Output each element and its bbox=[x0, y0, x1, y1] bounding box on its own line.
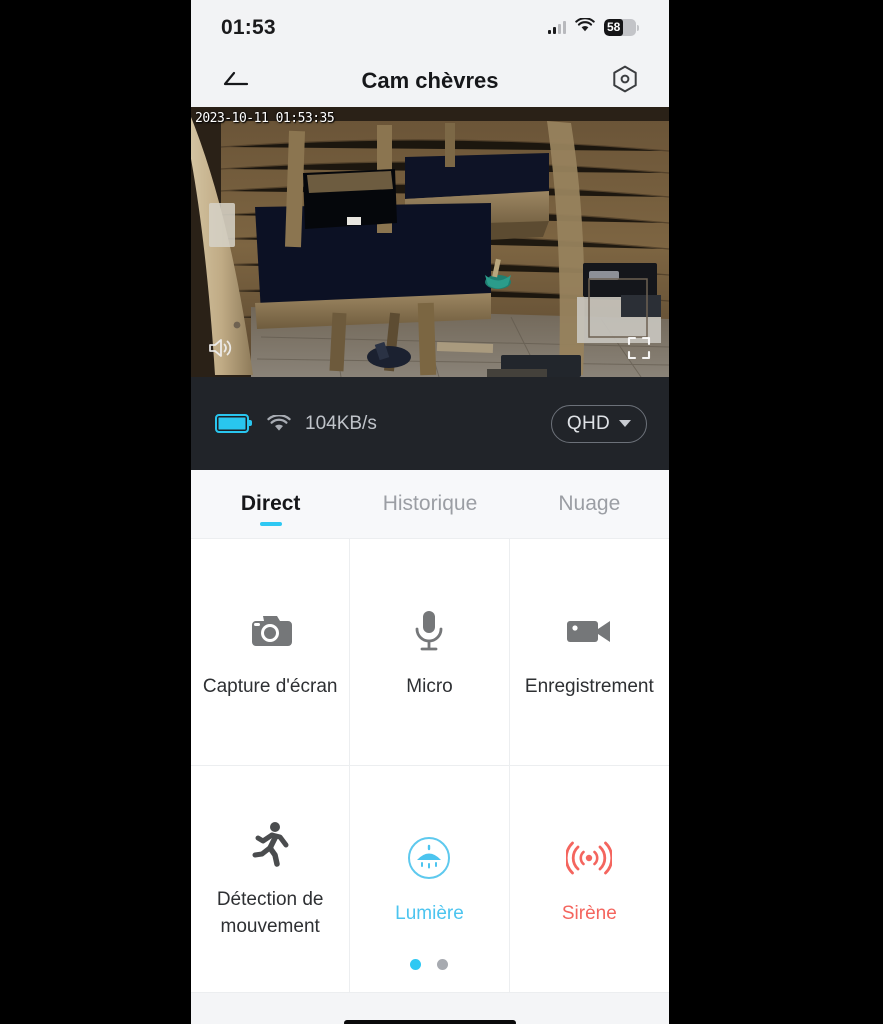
feature-screenshot[interactable]: Capture d'écran bbox=[191, 539, 351, 766]
chevron-down-icon bbox=[619, 420, 631, 427]
siren-icon bbox=[566, 832, 613, 884]
bottom-bar bbox=[191, 993, 669, 1024]
tab-direct-label: Direct bbox=[240, 492, 301, 515]
feature-label: Micro bbox=[406, 675, 453, 697]
feature-label: Lumière bbox=[395, 902, 464, 924]
quality-label: QHD bbox=[566, 412, 610, 434]
pagination-dots[interactable] bbox=[350, 959, 508, 970]
feature-grid: Capture d'écran Micro Enregistrement Dét… bbox=[191, 538, 669, 993]
phone-viewport: 01:53 58 Cam chèvres 2023-10-11 01:53:35… bbox=[191, 0, 669, 1024]
tab-direct[interactable]: Direct bbox=[191, 470, 350, 538]
video-camera-icon bbox=[565, 605, 613, 657]
settings-button[interactable] bbox=[603, 59, 647, 103]
status-bar: 01:53 58 bbox=[191, 0, 669, 55]
tab-bar: Direct Historique Nuage bbox=[191, 470, 669, 538]
tab-nuage-label: Nuage bbox=[558, 492, 621, 515]
home-indicator[interactable] bbox=[344, 1020, 516, 1024]
feature-label: Sirène bbox=[561, 902, 617, 924]
fullscreen-icon bbox=[627, 336, 651, 364]
speaker-button[interactable] bbox=[207, 336, 233, 365]
nav-bar: Cam chèvres bbox=[191, 55, 669, 107]
feature-label: Enregistrement bbox=[524, 675, 654, 697]
page-title: Cam chèvres bbox=[361, 68, 499, 93]
wifi-icon bbox=[267, 414, 291, 433]
wifi-icon bbox=[575, 16, 595, 38]
running-person-icon bbox=[250, 818, 290, 870]
quality-selector[interactable]: QHD bbox=[550, 404, 647, 443]
screen-background: 01:53 58 Cam chèvres 2023-10-11 01:53:35… bbox=[0, 0, 883, 1024]
tab-nuage[interactable]: Nuage bbox=[510, 470, 669, 538]
feature-recording[interactable]: Enregistrement bbox=[509, 539, 669, 766]
back-button[interactable] bbox=[213, 59, 257, 103]
light-lamp-icon bbox=[406, 832, 452, 884]
status-indicators: 58 bbox=[548, 16, 639, 38]
feature-label: Capture d'écran bbox=[202, 675, 338, 697]
settings-hex-icon bbox=[610, 64, 640, 99]
status-time: 01:53 bbox=[221, 15, 276, 39]
back-arrow-icon bbox=[220, 69, 250, 94]
video-timestamp: 2023-10-11 01:53:35 bbox=[195, 111, 335, 126]
tab-historique[interactable]: Historique bbox=[350, 470, 509, 538]
pagination-dot-2[interactable] bbox=[437, 959, 449, 970]
pagination-dot-1[interactable] bbox=[410, 959, 422, 970]
fullscreen-button[interactable] bbox=[627, 336, 651, 365]
battery-full-icon bbox=[215, 414, 252, 433]
microphone-icon bbox=[412, 605, 446, 657]
bitrate-label: 104KB/s bbox=[305, 412, 377, 434]
stream-info-bar: 104KB/s QHD bbox=[191, 377, 669, 470]
cellular-signal-icon bbox=[548, 21, 566, 34]
feature-motion-detection[interactable]: Détection de mouvement bbox=[191, 766, 351, 993]
live-video-feed[interactable]: 2023-10-11 01:53:35 bbox=[191, 107, 669, 377]
battery-percent-label: 58 bbox=[607, 20, 621, 34]
feature-microphone[interactable]: Micro bbox=[350, 539, 510, 766]
camera-icon bbox=[247, 605, 293, 657]
tab-historique-label: Historique bbox=[382, 492, 478, 515]
feature-label: Détection de mouvement bbox=[216, 889, 324, 937]
battery-icon: 58 bbox=[604, 19, 639, 36]
camera-scene-image bbox=[191, 107, 669, 377]
feature-light[interactable]: Lumière bbox=[350, 766, 510, 993]
feature-siren[interactable]: Sirène bbox=[509, 766, 669, 993]
speaker-icon bbox=[207, 339, 233, 364]
